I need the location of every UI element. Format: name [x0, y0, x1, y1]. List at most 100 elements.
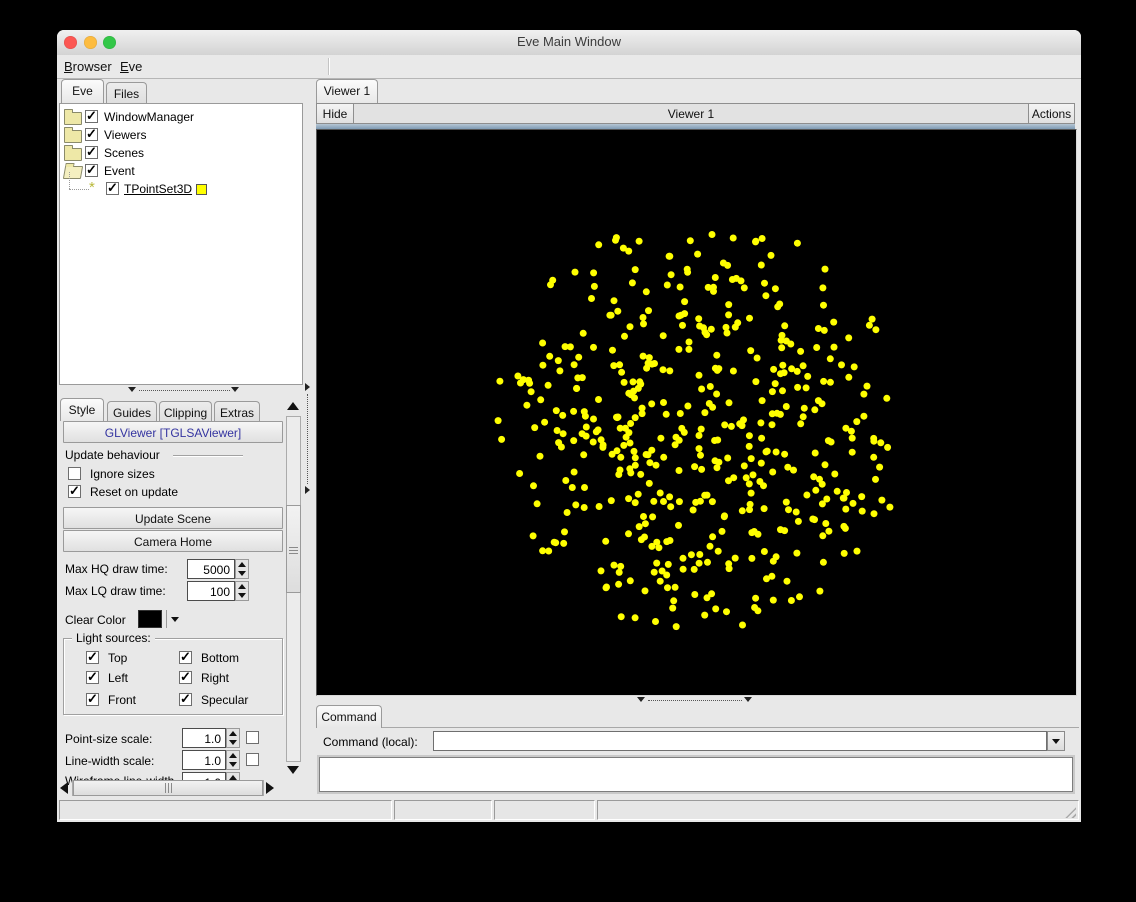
tab-files[interactable]: Files: [106, 82, 147, 103]
tree-item-label[interactable]: Viewers: [104, 128, 146, 142]
menu-separator: [328, 58, 330, 75]
tree-item-windowmanager[interactable]: WindowManager: [60, 108, 302, 126]
light-top-checkbox[interactable]: [86, 651, 99, 664]
menu-eve[interactable]: Eve: [120, 59, 142, 74]
max-lq-value[interactable]: 100: [187, 581, 235, 601]
point-size-value[interactable]: 1.0: [182, 728, 226, 748]
hide-button[interactable]: Hide: [317, 104, 354, 123]
desktop: { "window": { "title": "Eve Main Window"…: [0, 0, 1136, 902]
tree-checkbox[interactable]: [85, 164, 98, 177]
tree-checkbox[interactable]: [85, 146, 98, 159]
tree-item-viewers[interactable]: Viewers: [60, 126, 302, 144]
tree-item-label[interactable]: Event: [104, 164, 135, 178]
splitter-arrow-icon: [744, 697, 752, 702]
light-bottom-checkbox[interactable]: [179, 651, 192, 664]
spinner-buttons: [235, 581, 249, 601]
command-dropdown-button[interactable]: [1047, 731, 1065, 751]
status-segment: [394, 800, 492, 820]
viewer-toolbar: Hide Viewer 1 Actions: [316, 103, 1075, 124]
thumb-grip: [165, 783, 174, 793]
glviewer-header-button[interactable]: GLViewer [TGLSAViewer]: [63, 421, 283, 443]
tree-item-label[interactable]: WindowManager: [104, 110, 194, 124]
light-front-checkbox[interactable]: [86, 693, 99, 706]
horizontal-scrollbar-thumb[interactable]: [73, 780, 263, 796]
tree-checkbox[interactable]: [85, 128, 98, 141]
tree-item-label[interactable]: Scenes: [104, 146, 144, 160]
light-specular-checkbox[interactable]: [179, 693, 192, 706]
max-hq-value[interactable]: 5000: [187, 559, 235, 579]
point-size-spinner: 1.0: [182, 728, 240, 748]
spin-down-button[interactable]: [236, 591, 248, 600]
camera-home-button[interactable]: Camera Home: [63, 530, 283, 552]
vertical-scrollbar-thumb[interactable]: [286, 505, 301, 593]
tab-guides[interactable]: Guides: [107, 401, 157, 421]
clear-color-swatch[interactable]: [138, 610, 162, 628]
splitter-line: [139, 390, 230, 391]
spin-down-button[interactable]: [236, 569, 248, 578]
tree-checkbox[interactable]: [106, 182, 119, 195]
menu-browser[interactable]: Browser: [64, 59, 112, 74]
command-panel-border: [316, 727, 1079, 728]
pointset-marker-icon: *: [89, 179, 95, 196]
spin-up-button[interactable]: [236, 582, 248, 591]
splitter-arrow-icon: [637, 697, 645, 702]
tab-style[interactable]: Style: [60, 398, 104, 421]
tab-command[interactable]: Command: [316, 705, 382, 728]
update-behaviour-label: Update behaviour: [65, 448, 160, 462]
light-left-checkbox[interactable]: [86, 671, 99, 684]
update-scene-button[interactable]: Update Scene: [63, 507, 283, 529]
spin-up-button[interactable]: [236, 560, 248, 569]
tree-item-label[interactable]: TPointSet3D: [124, 182, 192, 196]
line-width-checkbox[interactable]: [246, 753, 259, 766]
light-left-label: Left: [108, 671, 128, 685]
tab-eve[interactable]: Eve: [61, 79, 104, 103]
splitter-arrow-icon: [305, 383, 310, 391]
tab-extras[interactable]: Extras: [214, 401, 260, 421]
command-input[interactable]: [433, 731, 1047, 751]
swatch-divider: [166, 610, 167, 628]
spin-up-button[interactable]: [227, 729, 239, 738]
tab-viewer-1[interactable]: Viewer 1: [316, 79, 378, 103]
tree-item-tpointset3d[interactable]: * TPointSet3D: [60, 180, 302, 198]
splitter-arrow-icon: [128, 387, 136, 392]
reset-on-update-checkbox[interactable]: [68, 485, 81, 498]
status-segment: [494, 800, 595, 820]
light-right-label: Right: [201, 671, 229, 685]
point-size-scale-label: Point-size scale:: [65, 732, 152, 746]
splitter-arrow-icon: [305, 486, 310, 494]
tree-item-scenes[interactable]: Scenes: [60, 144, 302, 162]
status-segment: [597, 800, 1079, 820]
splitter-arrow-icon: [231, 387, 239, 392]
max-hq-label: Max HQ draw time:: [65, 562, 168, 576]
spin-up-button[interactable]: [227, 751, 239, 760]
scroll-left-arrow[interactable]: [60, 782, 68, 794]
titlebar[interactable]: Eve Main Window: [57, 30, 1081, 56]
point-size-checkbox[interactable]: [246, 731, 259, 744]
spin-down-button[interactable]: [227, 738, 239, 747]
line-width-spinner: 1.0: [182, 750, 240, 770]
eve-main-window: Eve Main Window Browser Eve Eve Files Wi…: [57, 30, 1081, 822]
ignore-sizes-checkbox[interactable]: [68, 467, 81, 480]
splitter-line: [648, 700, 742, 701]
tree-item-event[interactable]: Event: [60, 162, 302, 180]
max-hq-spinner: 5000: [187, 559, 249, 579]
scroll-up-arrow[interactable]: [287, 402, 299, 410]
scroll-down-arrow[interactable]: [287, 766, 299, 774]
pointset-color-chip[interactable]: [196, 184, 207, 195]
tab-clipping[interactable]: Clipping: [159, 401, 212, 421]
actions-button[interactable]: Actions: [1028, 104, 1074, 123]
light-sources-title: Light sources:: [72, 631, 155, 645]
max-lq-spinner: 100: [187, 581, 249, 601]
folder-open-icon: [63, 166, 83, 179]
gl-viewport[interactable]: [316, 129, 1077, 696]
eve-tree: WindowManager Viewers Scenes Event * TPo…: [59, 103, 303, 385]
scroll-right-arrow[interactable]: [266, 782, 274, 794]
line-width-scale-label: Line-width scale:: [65, 754, 154, 768]
tree-checkbox[interactable]: [85, 110, 98, 123]
command-output[interactable]: [319, 757, 1073, 792]
spin-down-button[interactable]: [227, 760, 239, 769]
clear-color-dropdown[interactable]: [171, 617, 179, 622]
spinner-buttons: [235, 559, 249, 579]
light-right-checkbox[interactable]: [179, 671, 192, 684]
line-width-value[interactable]: 1.0: [182, 750, 226, 770]
